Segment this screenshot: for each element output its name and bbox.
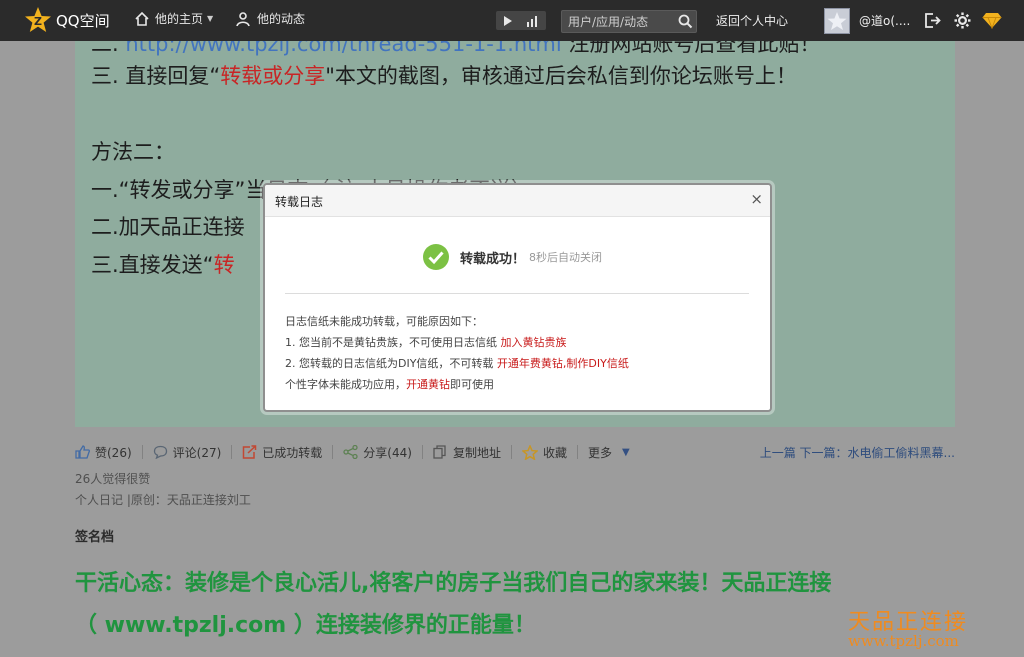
search-box [561, 10, 697, 33]
avatar[interactable] [824, 8, 850, 34]
nav-feed-label: 他的动态 [257, 12, 306, 26]
repost-icon [243, 445, 257, 459]
comment-icon [153, 445, 167, 459]
more-label: 更多 [587, 445, 612, 460]
star-icon [521, 444, 538, 460]
qzone-star-icon: Z [25, 7, 51, 32]
comment-button[interactable]: 评论(27) [153, 444, 222, 461]
failure-reasons: 日志信纸未能成功转载，可能原因如下： 1. 您当前不是黄钻贵族，不可使用日志信纸… [285, 311, 629, 395]
more-menu[interactable]: 更多 ▼ [588, 444, 630, 461]
success-text: 转载成功！ [460, 251, 526, 267]
search-input[interactable] [566, 13, 676, 31]
divider [510, 445, 512, 459]
reason-3: 个性字体未能成功应用，开通黄钻即可使用 [285, 378, 494, 391]
article-line-m2-3: 三.直接发送“转 [91, 253, 235, 277]
favorite-button[interactable]: 收藏 [521, 444, 567, 461]
like-button[interactable]: 赞(26) [75, 444, 132, 461]
signature-line-1: 干活心态：装修是个良心活儿,将客户的房子当我们自己的家来装！天品正连接 [75, 571, 832, 596]
signature-line-2: （ www.tpzlj.com ）连接装修界的正能量！ [75, 613, 536, 638]
divider [285, 293, 749, 294]
username[interactable]: @道o(.... [859, 12, 910, 29]
close-icon[interactable]: × [750, 190, 763, 208]
yellow-diamond-icon[interactable] [982, 12, 1002, 29]
likes-summary[interactable]: 26人觉得很赞 [75, 470, 150, 487]
article-line-m2-2: 二.加天品正连接 [91, 215, 245, 239]
dialog-title: 转载日志 [275, 195, 324, 209]
qzone-logo[interactable]: Z QQ空间 [24, 6, 110, 34]
auto-close-countdown: 8秒后自动关闭 [529, 251, 603, 264]
chevron-down-icon: ▼ [621, 446, 630, 458]
gear-icon[interactable] [954, 12, 971, 29]
repost-dialog: 转载日志 × 转载成功！ 8秒后自动关闭 日志信纸未能成功转载，可能原因如下： … [263, 183, 772, 412]
article-action-bar: 赞(26) 评论(27) 已成功转载 分享(44) 复制地址 收藏 更多 ▼ 上… [75, 442, 955, 462]
divider [576, 445, 578, 459]
copy-address-button[interactable]: 复制地址 [433, 444, 501, 461]
register-thread-link[interactable]: http://www.tpzlj.com/thread-551-1-1.html [125, 41, 561, 56]
reason-1: 1. 您当前不是黄钻贵族，不可使用日志信纸 加入黄钻贵族 [285, 336, 567, 349]
repost-status: 已成功转载 [262, 445, 323, 460]
search-icon[interactable] [678, 14, 693, 29]
nav-home-label: 他的主页 [155, 12, 204, 26]
svg-text:Z: Z [34, 15, 42, 28]
home-icon [135, 11, 149, 26]
divider [231, 445, 233, 459]
divider [332, 445, 334, 459]
play-icon[interactable] [503, 15, 513, 27]
media-controls [496, 11, 546, 30]
share-icon [343, 445, 358, 459]
signature-title: 签名档 [75, 530, 115, 545]
share-count: 分享(44) [363, 445, 412, 460]
repost-button[interactable]: 已成功转载 [242, 444, 322, 461]
reason-intro: 日志信纸未能成功转载，可能原因如下： [285, 315, 483, 328]
copy-icon [433, 445, 446, 459]
open-yellow-diamond-link[interactable]: 开通黄钻 [406, 378, 450, 391]
top-navigation-bar: Z QQ空间 他的主页 ▼ 他的动态 返回个人中心 [0, 0, 1024, 41]
like-count: 赞(26) [95, 445, 132, 460]
comment-count: 评论(27) [172, 445, 222, 460]
equalizer-icon[interactable] [526, 15, 540, 27]
dialog-header: 转载日志 × [265, 185, 770, 217]
logout-icon[interactable] [924, 12, 941, 29]
thumbs-up-icon [75, 445, 90, 459]
method-two-heading: 方法二： [91, 140, 175, 164]
annual-yellow-diamond-link[interactable]: 开通年费黄钻,制作DIY信纸 [497, 357, 629, 370]
divider [421, 445, 423, 459]
logo-text: QQ空间 [56, 11, 110, 30]
avatar-star-icon [827, 12, 847, 30]
return-personal-center-link[interactable]: 返回个人中心 [716, 12, 788, 29]
success-message: 转载成功！ 8秒后自动关闭 [422, 243, 602, 271]
share-button[interactable]: 分享(44) [343, 444, 412, 461]
prev-next-links[interactable]: 上一篇 下一篇：水电偷工偷料黑幕... [760, 444, 955, 461]
copy-address-label: 复制地址 [452, 445, 501, 460]
reason-2: 2. 您转载的日志信纸为DIY信纸，不可转载 开通年费黄钻,制作DIY信纸 [285, 357, 629, 370]
divider [141, 445, 143, 459]
check-circle-icon [423, 244, 449, 270]
nav-feed[interactable]: 他的动态 [236, 10, 305, 27]
watermark-url: www.tpzlj.com [848, 632, 959, 650]
nav-home[interactable]: 他的主页 ▼ [134, 10, 213, 27]
favorite-label: 收藏 [542, 445, 567, 460]
article-line-register: 二. http://www.tpzlj.com/thread-551-1-1.h… [91, 41, 820, 58]
join-yellow-diamond-link[interactable]: 加入黄钻贵族 [501, 336, 567, 349]
article-line-reply: 三. 直接回复“转载或分享"本文的截图，审核通过后会私信到你论坛账号上！ [91, 64, 797, 88]
chevron-down-icon: ▼ [207, 14, 214, 23]
person-icon [236, 11, 250, 26]
category-info: 个人日记 |原创：天品正连接刘工 [75, 493, 251, 507]
